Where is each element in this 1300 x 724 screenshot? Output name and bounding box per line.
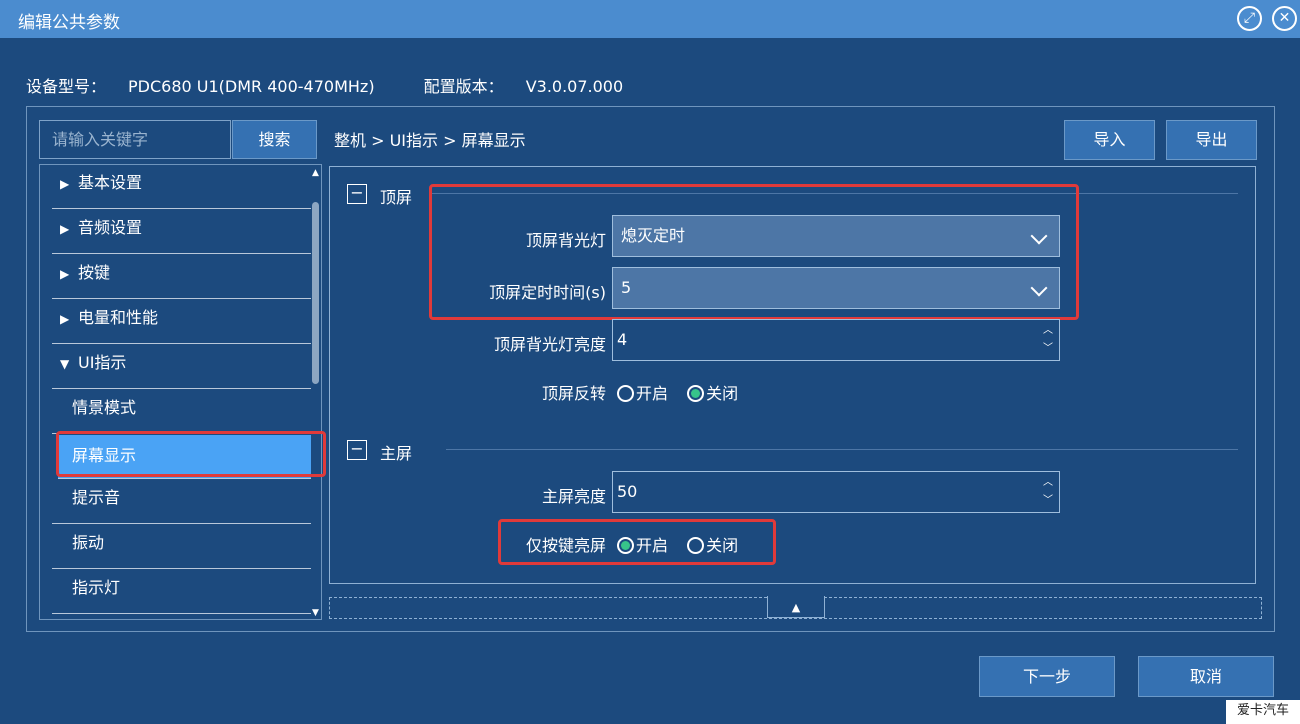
spin-down-icon[interactable]: ﹀ xyxy=(1042,495,1054,507)
tree-item-indicator[interactable]: 指示灯 xyxy=(52,570,311,614)
top-flip-radio-group: 开启 关闭 xyxy=(617,380,752,404)
tree-item-vibration[interactable]: 振动 xyxy=(52,525,311,569)
tree-item-ui[interactable]: ▼ UI指示 xyxy=(52,345,311,389)
chevron-down-icon xyxy=(1030,227,1048,245)
top-brightness-label: 顶屏背光灯亮度 xyxy=(493,335,606,354)
tree-item-keys[interactable]: ▶ 按键 xyxy=(52,255,311,299)
main-brightness-label: 主屏亮度 xyxy=(541,487,606,506)
radio-off-icon xyxy=(617,385,634,402)
spin-up-icon[interactable]: ︿ xyxy=(1042,477,1054,489)
panel-collapse-bar[interactable]: ▲ xyxy=(329,596,1262,619)
scroll-up-icon[interactable]: ▲ xyxy=(311,168,320,178)
collapse-icon[interactable]: − xyxy=(347,440,367,460)
chevron-down-icon xyxy=(1030,279,1048,297)
section-divider xyxy=(430,193,1238,194)
export-button[interactable]: 导出 xyxy=(1166,120,1257,160)
key-wake-label: 仅按键亮屏 xyxy=(525,536,606,555)
radio-off-icon xyxy=(687,537,705,554)
key-wake-radio-group: 开启 关闭 xyxy=(617,532,752,556)
radio-on-icon xyxy=(617,537,634,554)
top-backlight-select[interactable]: 熄灭定时 xyxy=(612,215,1060,257)
caret-down-icon: ▼ xyxy=(60,357,70,371)
top-flip-on-radio[interactable]: 开启 xyxy=(617,380,678,404)
settings-tree: ▶ 基本设置 ▶ 音频设置 ▶ 按键 ▶ 电量和性能 ▼ UI指示 情景模式 屏幕显示 提… xyxy=(39,164,322,620)
spin-up-icon[interactable]: ︿ xyxy=(1042,325,1054,337)
top-flip-off-radio[interactable]: 关闭 xyxy=(687,380,748,404)
section-title-top-screen: 顶屏 xyxy=(380,188,413,207)
main-brightness-stepper[interactable]: 50 ︿ ﹀ xyxy=(612,471,1060,513)
radio-on-icon xyxy=(687,385,705,402)
caret-right-icon: ▶ xyxy=(60,177,70,191)
close-icon[interactable]: ✕ xyxy=(1272,6,1297,31)
tree-item-basic[interactable]: ▶ 基本设置 xyxy=(52,165,311,209)
section-divider xyxy=(446,449,1238,450)
restore-icon[interactable]: ⤢ xyxy=(1237,6,1262,31)
key-wake-off-radio[interactable]: 关闭 xyxy=(687,532,748,556)
search-button[interactable]: 搜索 xyxy=(232,120,317,159)
config-version: 配置版本： V3.0.07.000 xyxy=(423,77,624,96)
collapse-icon[interactable]: − xyxy=(347,184,367,204)
caret-right-icon: ▶ xyxy=(60,267,70,281)
caret-right-icon: ▶ xyxy=(60,312,70,326)
search-input[interactable] xyxy=(39,120,231,159)
tree-item-prompt-tone[interactable]: 提示音 xyxy=(52,480,311,524)
breadcrumb: 整机 > UI指示 > 屏幕显示 xyxy=(334,131,526,150)
next-button[interactable]: 下一步 xyxy=(979,656,1115,697)
tree-scrollbar[interactable]: ▲ ▼ xyxy=(311,168,320,618)
section-title-main-screen: 主屏 xyxy=(380,444,413,463)
tree-item-screen-display[interactable]: 屏幕显示 xyxy=(58,435,311,479)
device-model: 设备型号： PDC680 U1(DMR 400-470MHz) xyxy=(26,77,375,96)
window-title: 编辑公共参数 xyxy=(18,13,120,33)
top-flip-label: 顶屏反转 xyxy=(541,384,606,403)
watermark: 爱卡汽车 xyxy=(1226,700,1300,724)
tree-item-scene-mode[interactable]: 情景模式 xyxy=(52,390,311,434)
collapse-up-icon[interactable]: ▲ xyxy=(767,596,825,618)
top-backlight-label: 顶屏背光灯 xyxy=(525,231,606,250)
top-brightness-stepper[interactable]: 4 ︿ ﹀ xyxy=(612,319,1060,361)
scroll-down-icon[interactable]: ▼ xyxy=(311,608,320,618)
spin-down-icon[interactable]: ﹀ xyxy=(1042,343,1054,355)
window-titlebar: 编辑公共参数 ⤢ ✕ xyxy=(0,0,1300,38)
top-timer-label: 顶屏定时时间(s) xyxy=(489,283,606,302)
device-info: 设备型号： PDC680 U1(DMR 400-470MHz) 配置版本： V3.0… xyxy=(26,73,667,97)
top-timer-select[interactable]: 5 xyxy=(612,267,1060,309)
cancel-button[interactable]: 取消 xyxy=(1138,656,1274,697)
scrollbar-thumb[interactable] xyxy=(312,202,319,384)
import-button[interactable]: 导入 xyxy=(1064,120,1155,160)
key-wake-on-radio[interactable]: 开启 xyxy=(617,532,678,556)
caret-right-icon: ▶ xyxy=(60,222,70,236)
tree-item-power[interactable]: ▶ 电量和性能 xyxy=(52,300,311,344)
tree-item-audio[interactable]: ▶ 音频设置 xyxy=(52,210,311,254)
